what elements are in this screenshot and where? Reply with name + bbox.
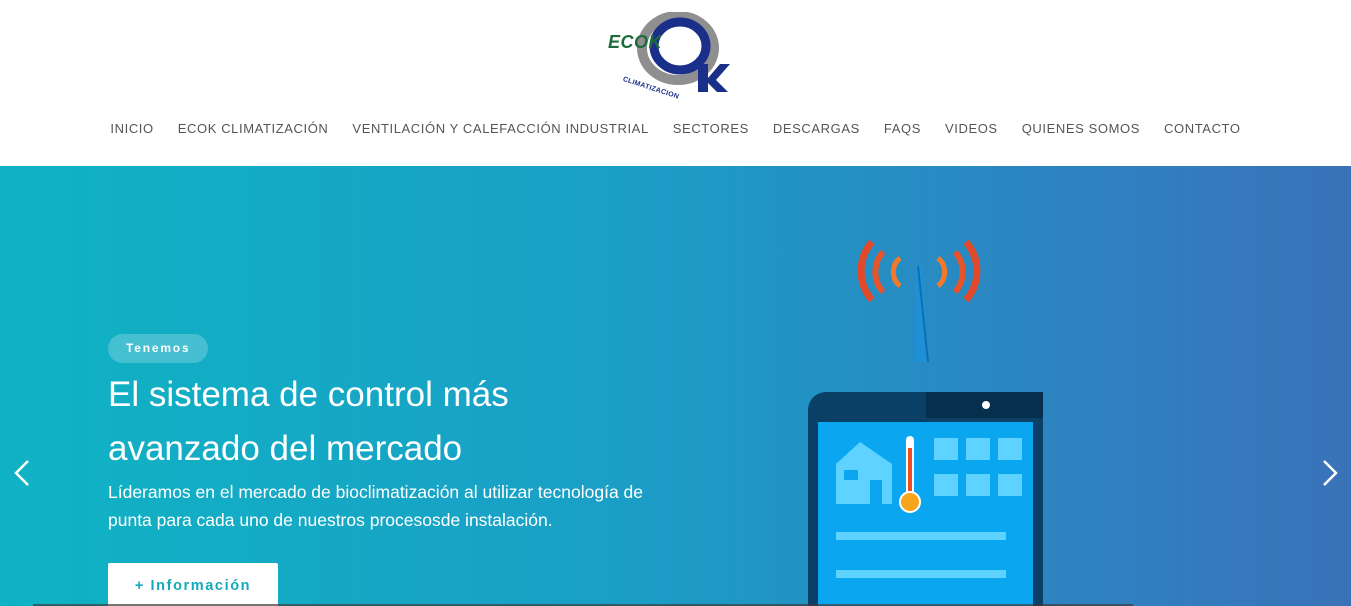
tablet-icon <box>808 392 1043 606</box>
nav-item-ecok-climatizacion[interactable]: ECOK CLIMATIZACIÓN <box>178 121 329 136</box>
more-info-button[interactable]: + Información <box>108 563 278 606</box>
nav-item-faqs[interactable]: FAQS <box>884 121 921 136</box>
nav-item-contacto[interactable]: CONTACTO <box>1164 121 1241 136</box>
hero-description: Líderamos en el mercado de bioclimatizac… <box>108 478 688 534</box>
site-header: ECOK CLIMATIZACION INICIO ECOK CLIMATIZA… <box>0 0 1351 166</box>
ecok-logo[interactable]: ECOK CLIMATIZACION <box>606 11 730 101</box>
nav-item-ventilacion[interactable]: VENTILACIÓN Y CALEFACCIÓN INDUSTRIAL <box>352 121 648 136</box>
antenna-signal-icon <box>857 239 981 363</box>
hero-headline: El sistema de control más avanzado del m… <box>108 368 668 476</box>
main-nav: INICIO ECOK CLIMATIZACIÓN VENTILACIÓN Y … <box>0 121 1351 136</box>
hero-description-line1: Líderamos en el mercado de bioclimatizac… <box>108 482 644 502</box>
hero-headline-line1: El sistema de control más <box>108 375 509 414</box>
nav-item-sectores[interactable]: SECTORES <box>673 121 749 136</box>
nav-item-inicio[interactable]: INICIO <box>110 121 153 136</box>
hero-headline-line2: avanzado del mercado <box>108 429 463 468</box>
nav-item-videos[interactable]: VIDEOS <box>945 121 998 136</box>
chevron-right-icon[interactable] <box>1320 457 1342 489</box>
hero-description-line2: punta para cada uno de nuestros procesos… <box>108 510 553 530</box>
hero-badge: Tenemos <box>108 334 209 363</box>
hero-slider: Tenemos El sistema de control más avanza… <box>0 166 1351 606</box>
nav-item-quienes-somos[interactable]: QUIENES SOMOS <box>1022 121 1140 136</box>
nav-item-descargas[interactable]: DESCARGAS <box>773 121 860 136</box>
chevron-left-icon[interactable] <box>10 457 32 489</box>
logo-text: ECOK <box>608 32 663 52</box>
smart-control-illustration <box>808 239 1043 606</box>
